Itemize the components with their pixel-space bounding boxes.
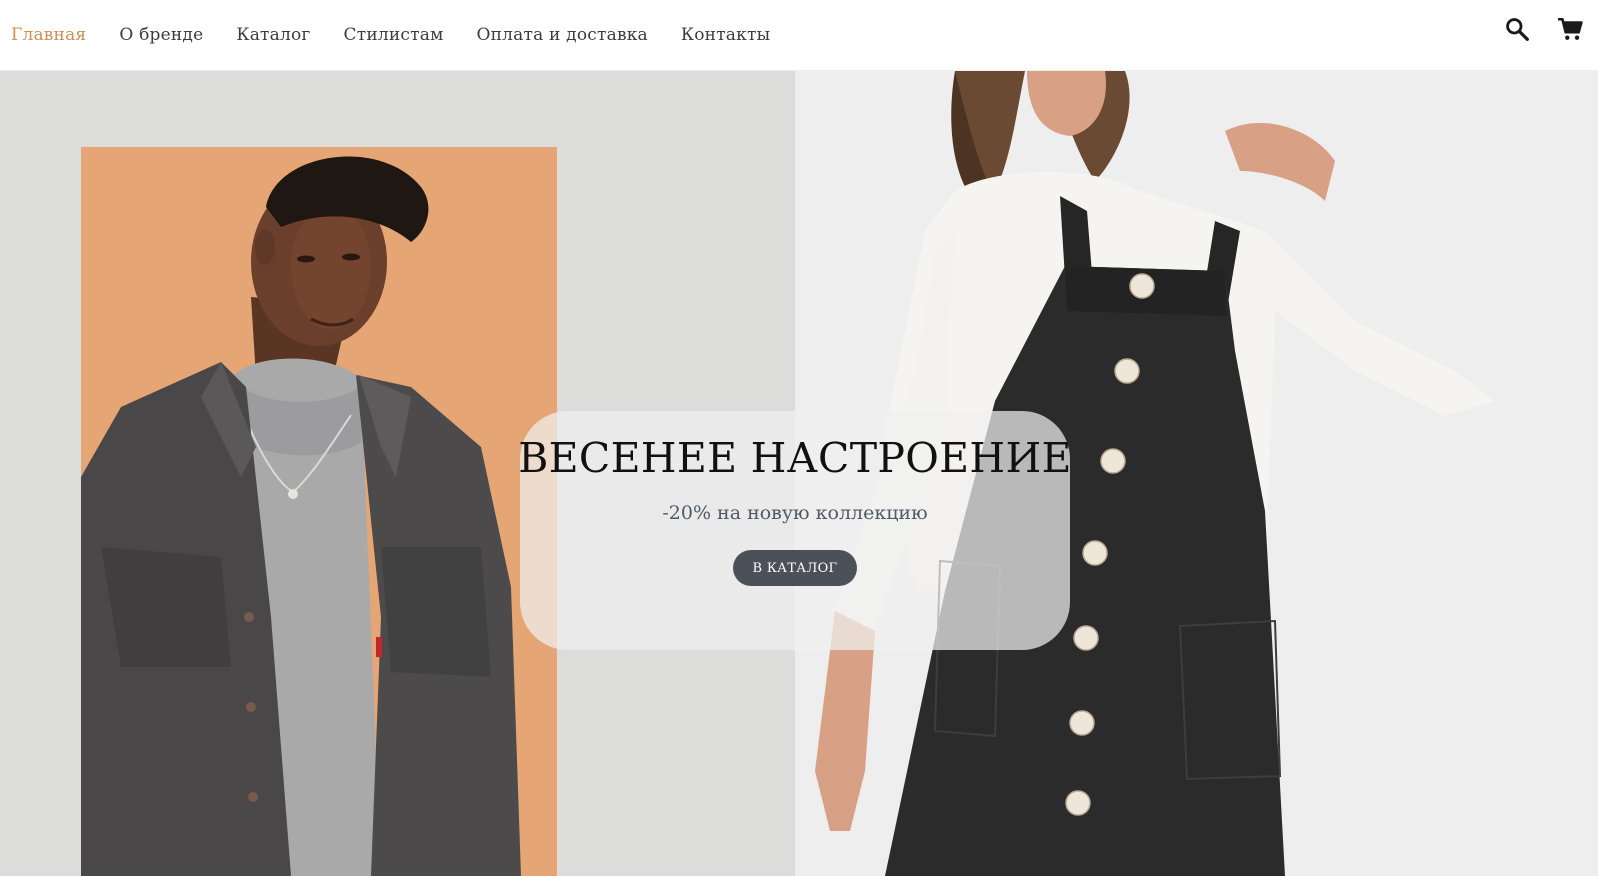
nav-item-about-brand[interactable]: О бренде: [119, 26, 203, 44]
hero-banner: ВЕСЕНЕЕ НАСТРОЕНИЕ -20% на новую коллекц…: [0, 71, 1598, 876]
model-man-photo: [81, 147, 557, 876]
site-header: Главная О бренде Каталог Стилистам Оплат…: [0, 0, 1598, 71]
cart-icon[interactable]: [1557, 16, 1583, 42]
nav-item-catalog[interactable]: Каталог: [236, 26, 310, 44]
promo-card: ВЕСЕНЕЕ НАСТРОЕНИЕ -20% на новую коллекц…: [518, 411, 1072, 650]
search-icon[interactable]: [1504, 16, 1530, 42]
nav-item-contacts[interactable]: Контакты: [681, 26, 770, 44]
promo-title: ВЕСЕНЕЕ НАСТРОЕНИЕ: [518, 434, 1072, 482]
main-nav: Главная О бренде Каталог Стилистам Оплат…: [11, 26, 803, 44]
promo-subtitle: -20% на новую коллекцию: [662, 502, 928, 525]
nav-item-home[interactable]: Главная: [11, 26, 86, 44]
nav-item-stylists[interactable]: Стилистам: [344, 26, 444, 44]
catalog-button[interactable]: В КАТАЛОГ: [732, 550, 858, 587]
header-actions: [1504, 16, 1583, 42]
nav-item-payment-delivery[interactable]: Оплата и доставка: [477, 26, 648, 44]
